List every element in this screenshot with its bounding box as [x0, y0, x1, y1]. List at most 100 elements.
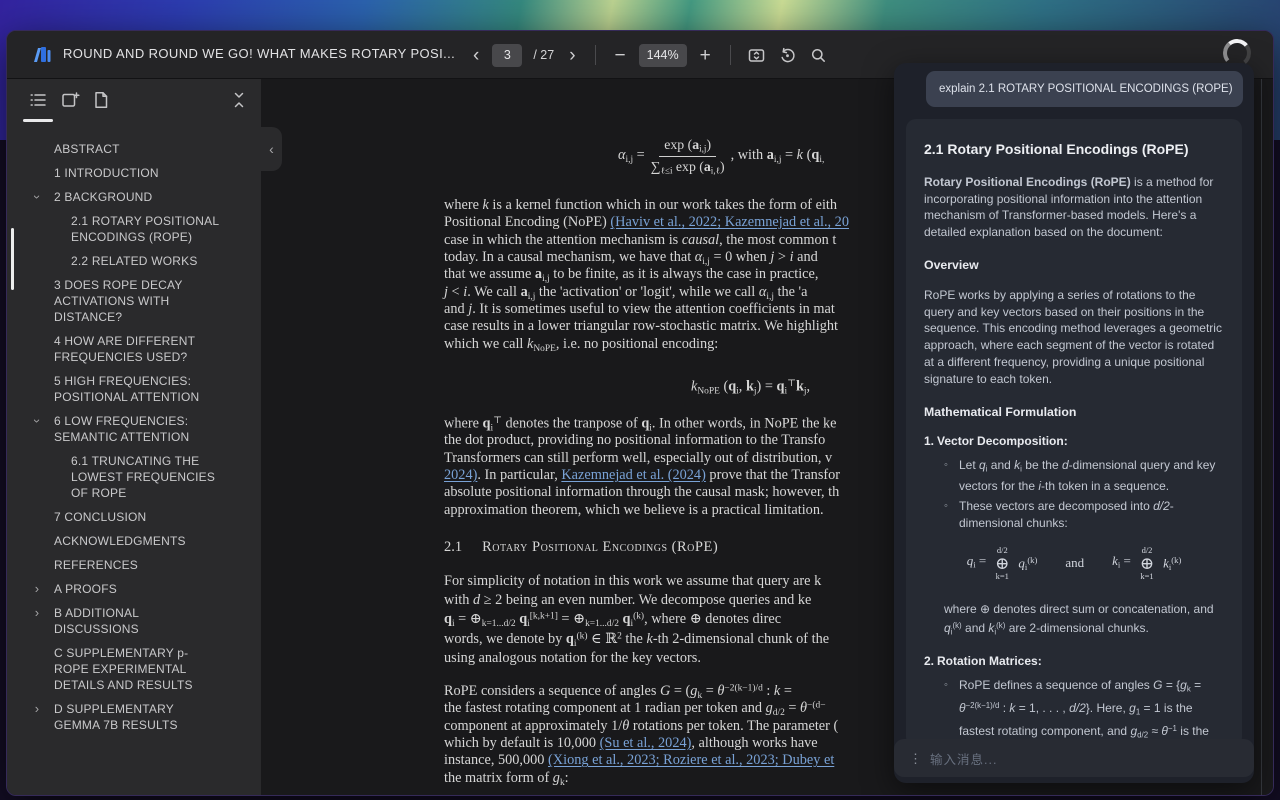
citation-link[interactable]: (Xiong et al., 2023; Roziere et al., 202… — [548, 752, 834, 768]
text-segment: ⊤ — [787, 379, 796, 389]
toc-item[interactable]: 6.1 TRUNCATING THE LOWEST FREQUENCIES OF… — [7, 453, 219, 501]
toc-item-label: 7 CONCLUSION — [54, 510, 146, 524]
toc-item[interactable]: 5 HIGH FREQUENCIES: POSITIONAL ATTENTION — [7, 373, 212, 405]
chevron-down-icon[interactable]: › — [29, 192, 45, 202]
toc-item[interactable]: › D SUPPLEMENTARY GEMMA 7B RESULTS — [7, 701, 212, 733]
sidebar-toolbar — [7, 79, 261, 123]
user-query-chip[interactable]: explain 2.1 ROTARY POSITIONAL ENCODINGS … — [926, 71, 1243, 107]
text-segment: RoPE considers a sequence of angles — [444, 683, 660, 699]
chat-input-bar[interactable]: ⋮ 输入消息... — [894, 739, 1254, 777]
zoom-in-button[interactable]: + — [696, 46, 715, 65]
toc-item[interactable]: ›2 BACKGROUND — [7, 189, 212, 205]
text-segment: d — [1062, 458, 1069, 472]
pdf-text-line: the fastest rotating component at 1 radi… — [444, 700, 838, 717]
fit-to-screen-button[interactable] — [746, 44, 768, 66]
toc-item[interactable]: ›6 LOW FREQUENCIES: SEMANTIC ATTENTION — [7, 413, 212, 445]
toc-item-label: C SUPPLEMENTARY p-ROPE EXPERIMENTAL DETA… — [54, 646, 193, 692]
toc-item[interactable]: 3 DOES ROPE DECAY ACTIVATIONS WITH DISTA… — [7, 277, 212, 325]
zoom-out-button[interactable]: − — [611, 46, 630, 65]
pdf-scrollbar[interactable] — [1261, 79, 1262, 795]
list-item-title: Rotation Matrices: — [937, 654, 1042, 668]
text-segment: −(d− — [807, 701, 825, 711]
toc-item[interactable]: ABSTRACT — [7, 141, 212, 157]
toc-item[interactable]: REFERENCES — [7, 557, 212, 573]
citation-link[interactable]: Kazemnejad et al. (2024) — [561, 467, 706, 483]
text-segment: case in which the attention mechanism is — [444, 232, 682, 248]
search-button[interactable] — [808, 44, 830, 66]
text-segment: i, — [819, 155, 824, 165]
text-segment: (k) — [996, 621, 1005, 630]
paragraph: RoPE considers a sequence of angles G = … — [444, 683, 838, 787]
text-segment: (k) — [576, 631, 587, 641]
chat-bullet: ◦Let qi and ki be the d-dimensional quer… — [924, 457, 1224, 495]
toc-item[interactable]: ACKNOWLEDGMENTS — [7, 533, 212, 549]
toc-item[interactable]: 2.2 RELATED WORKS — [7, 253, 219, 269]
toolbar-divider — [595, 45, 596, 65]
text-segment: [k,k+1] — [530, 612, 558, 622]
text-segment: −1 — [1168, 724, 1177, 733]
toc-item[interactable]: ›B ADDITIONAL DISCUSSIONS — [7, 605, 212, 637]
page-number-input[interactable]: 3 — [492, 44, 522, 67]
thumbnails-tab-button[interactable] — [91, 90, 111, 110]
text-segment: is a kernel function which in our work t… — [489, 197, 837, 213]
toolbar-divider — [730, 45, 731, 65]
annotations-tab-button[interactable] — [60, 90, 80, 110]
response-intro: Rotary Positional Encodings (RoPE) is a … — [924, 174, 1224, 241]
toc-item[interactable]: 7 CONCLUSION — [7, 509, 212, 525]
zoom-level[interactable]: 144% — [639, 44, 687, 67]
kebab-menu-icon[interactable]: ⋮ — [909, 753, 917, 764]
text-segment: ∑ — [651, 159, 661, 174]
toc-item-label: REFERENCES — [54, 558, 138, 572]
toc-item-label: 2.1 ROTARY POSITIONAL ENCODINGS (ROPE) — [71, 214, 219, 244]
text-segment: where — [444, 416, 483, 432]
chevron-down-icon[interactable]: › — [29, 416, 45, 426]
text-segment: ∈ ℝ — [587, 631, 617, 647]
text-segment: ( — [720, 379, 728, 395]
rotate-icon — [778, 46, 797, 65]
text-segment: Positional Encoding (NoPE) — [444, 214, 610, 230]
text-segment: where ⊕ denotes direct sum or concatenat… — [944, 602, 1214, 616]
text-segment: q — [728, 379, 736, 395]
paragraph: where k is a kernel function which in ou… — [444, 197, 849, 353]
text-segment: causal — [682, 232, 719, 248]
next-page-button[interactable]: › — [565, 46, 579, 65]
sidebar-collapse-handle[interactable]: ‹ — [261, 127, 282, 171]
toc-item[interactable]: C SUPPLEMENTARY p-ROPE EXPERIMENTAL DETA… — [7, 645, 212, 693]
citation-link[interactable]: (Su et al., 2024) — [600, 735, 692, 751]
pdf-text-line: case in which the attention mechanism is… — [444, 232, 849, 249]
text-segment: today. In a causal mechanism, we have th… — [444, 249, 695, 265]
toc-item[interactable]: 2.1 ROTARY POSITIONAL ENCODINGS (ROPE) — [7, 213, 219, 245]
direct-sum-operator: d/2 ⊕ k=1 — [1140, 546, 1154, 582]
text-segment: ≈ — [1148, 724, 1161, 738]
text-segment: = 1, . . . , — [1015, 701, 1069, 715]
toc-item[interactable]: 4 HOW ARE DIFFERENT FREQUENCIES USED? — [7, 333, 212, 365]
collapse-sections-button[interactable] — [229, 90, 249, 110]
toc-item[interactable]: 1 INTRODUCTION — [7, 165, 212, 181]
text-segment: d/2 — [773, 708, 785, 718]
toc-item-label: D SUPPLEMENTARY GEMMA 7B RESULTS — [54, 702, 178, 732]
equation-nope: kNoPE (qi, kj) = qi⊤kj, — [691, 378, 810, 397]
text-segment: d/2 — [1069, 701, 1086, 715]
list-number: 2. — [924, 654, 934, 668]
toc-item[interactable]: ›A PROOFS — [7, 581, 212, 597]
toc-tab-button[interactable] — [28, 90, 48, 110]
text-segment: exp ( — [672, 159, 703, 174]
section-heading: 2.1Rotary Positional Encodings (RoPE) — [444, 539, 718, 556]
chevron-right-icon[interactable]: › — [32, 581, 42, 597]
text-segment: and — [962, 621, 989, 635]
text-segment: a — [521, 284, 528, 300]
text-segment: g — [1180, 678, 1187, 692]
text-segment: exp ( — [664, 137, 692, 152]
text-segment: words, we denote by — [444, 631, 566, 647]
chevron-right-icon[interactable]: › — [32, 605, 42, 621]
pdf-text-line: Transformers can still perform well, esp… — [444, 450, 840, 467]
chevron-right-icon[interactable]: › — [32, 701, 42, 717]
collapse-vertical-icon — [229, 90, 249, 110]
text-segment: to be finite, as it is always the case i… — [550, 266, 819, 282]
pdf-text-line: case results in a lower triangular row-s… — [444, 318, 849, 335]
previous-page-button[interactable]: ‹ — [469, 46, 483, 65]
citation-link[interactable]: (Haviv et al., 2022; Kazemnejad et al., … — [610, 214, 849, 230]
citation-link[interactable]: 2024) — [444, 467, 477, 483]
rotate-button[interactable] — [777, 44, 799, 66]
text-segment: = — [1191, 678, 1201, 692]
